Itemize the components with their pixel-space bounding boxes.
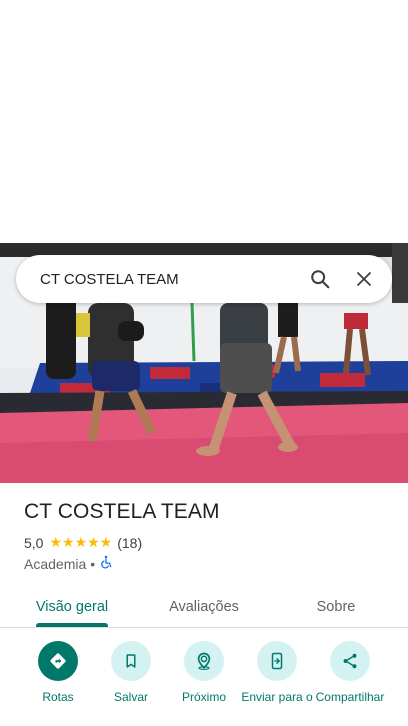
share-label: Compartilhar bbox=[315, 690, 385, 704]
star-rating: ★★★★★ bbox=[49, 534, 113, 550]
rating-row[interactable]: 5,0 ★★★★★ (18) bbox=[24, 534, 394, 551]
place-title: CT COSTELA TEAM bbox=[24, 500, 220, 523]
map-area bbox=[0, 0, 408, 243]
review-count[interactable]: (18) bbox=[117, 535, 142, 551]
send-to-phone-button[interactable]: Enviar para o bbox=[239, 641, 315, 705]
search-icon[interactable] bbox=[298, 257, 342, 301]
send-to-phone-icon bbox=[257, 641, 297, 681]
separator-dot: • bbox=[90, 555, 96, 572]
search-bar[interactable]: CT COSTELA TEAM bbox=[16, 255, 392, 303]
search-query[interactable]: CT COSTELA TEAM bbox=[16, 271, 298, 288]
tab-reviews[interactable]: Avaliações bbox=[154, 585, 254, 628]
nearby-label: Próximo bbox=[181, 690, 226, 704]
action-bar: Rotas Salvar Próximo Enviar para o Compa… bbox=[0, 641, 408, 726]
place-info: CT COSTELA TEAM 5,0 ★★★★★ (18) Academia … bbox=[24, 500, 394, 572]
accessibility-icon bbox=[99, 555, 113, 572]
category-label: Academia bbox=[24, 555, 87, 572]
rating-value: 5,0 bbox=[24, 534, 44, 551]
tab-about[interactable]: Sobre bbox=[286, 585, 386, 628]
tab-overview[interactable]: Visão geral bbox=[22, 585, 122, 628]
share-button[interactable]: Compartilhar bbox=[312, 641, 388, 705]
nearby-icon bbox=[184, 641, 224, 681]
directions-icon bbox=[38, 641, 78, 681]
send-to-phone-label: Enviar para o bbox=[241, 690, 313, 704]
nearby-button[interactable]: Próximo bbox=[166, 641, 242, 705]
close-icon[interactable] bbox=[342, 257, 386, 301]
share-icon bbox=[330, 641, 370, 681]
category-row: Academia • bbox=[24, 555, 394, 572]
save-button[interactable]: Salvar bbox=[93, 641, 169, 705]
save-label: Salvar bbox=[113, 690, 148, 704]
tab-bar: Visão geral Avaliações Sobre bbox=[0, 585, 408, 628]
directions-label: Rotas bbox=[42, 690, 74, 704]
active-tab-indicator bbox=[36, 623, 108, 627]
bookmark-icon bbox=[111, 641, 151, 681]
directions-button[interactable]: Rotas bbox=[20, 641, 96, 705]
